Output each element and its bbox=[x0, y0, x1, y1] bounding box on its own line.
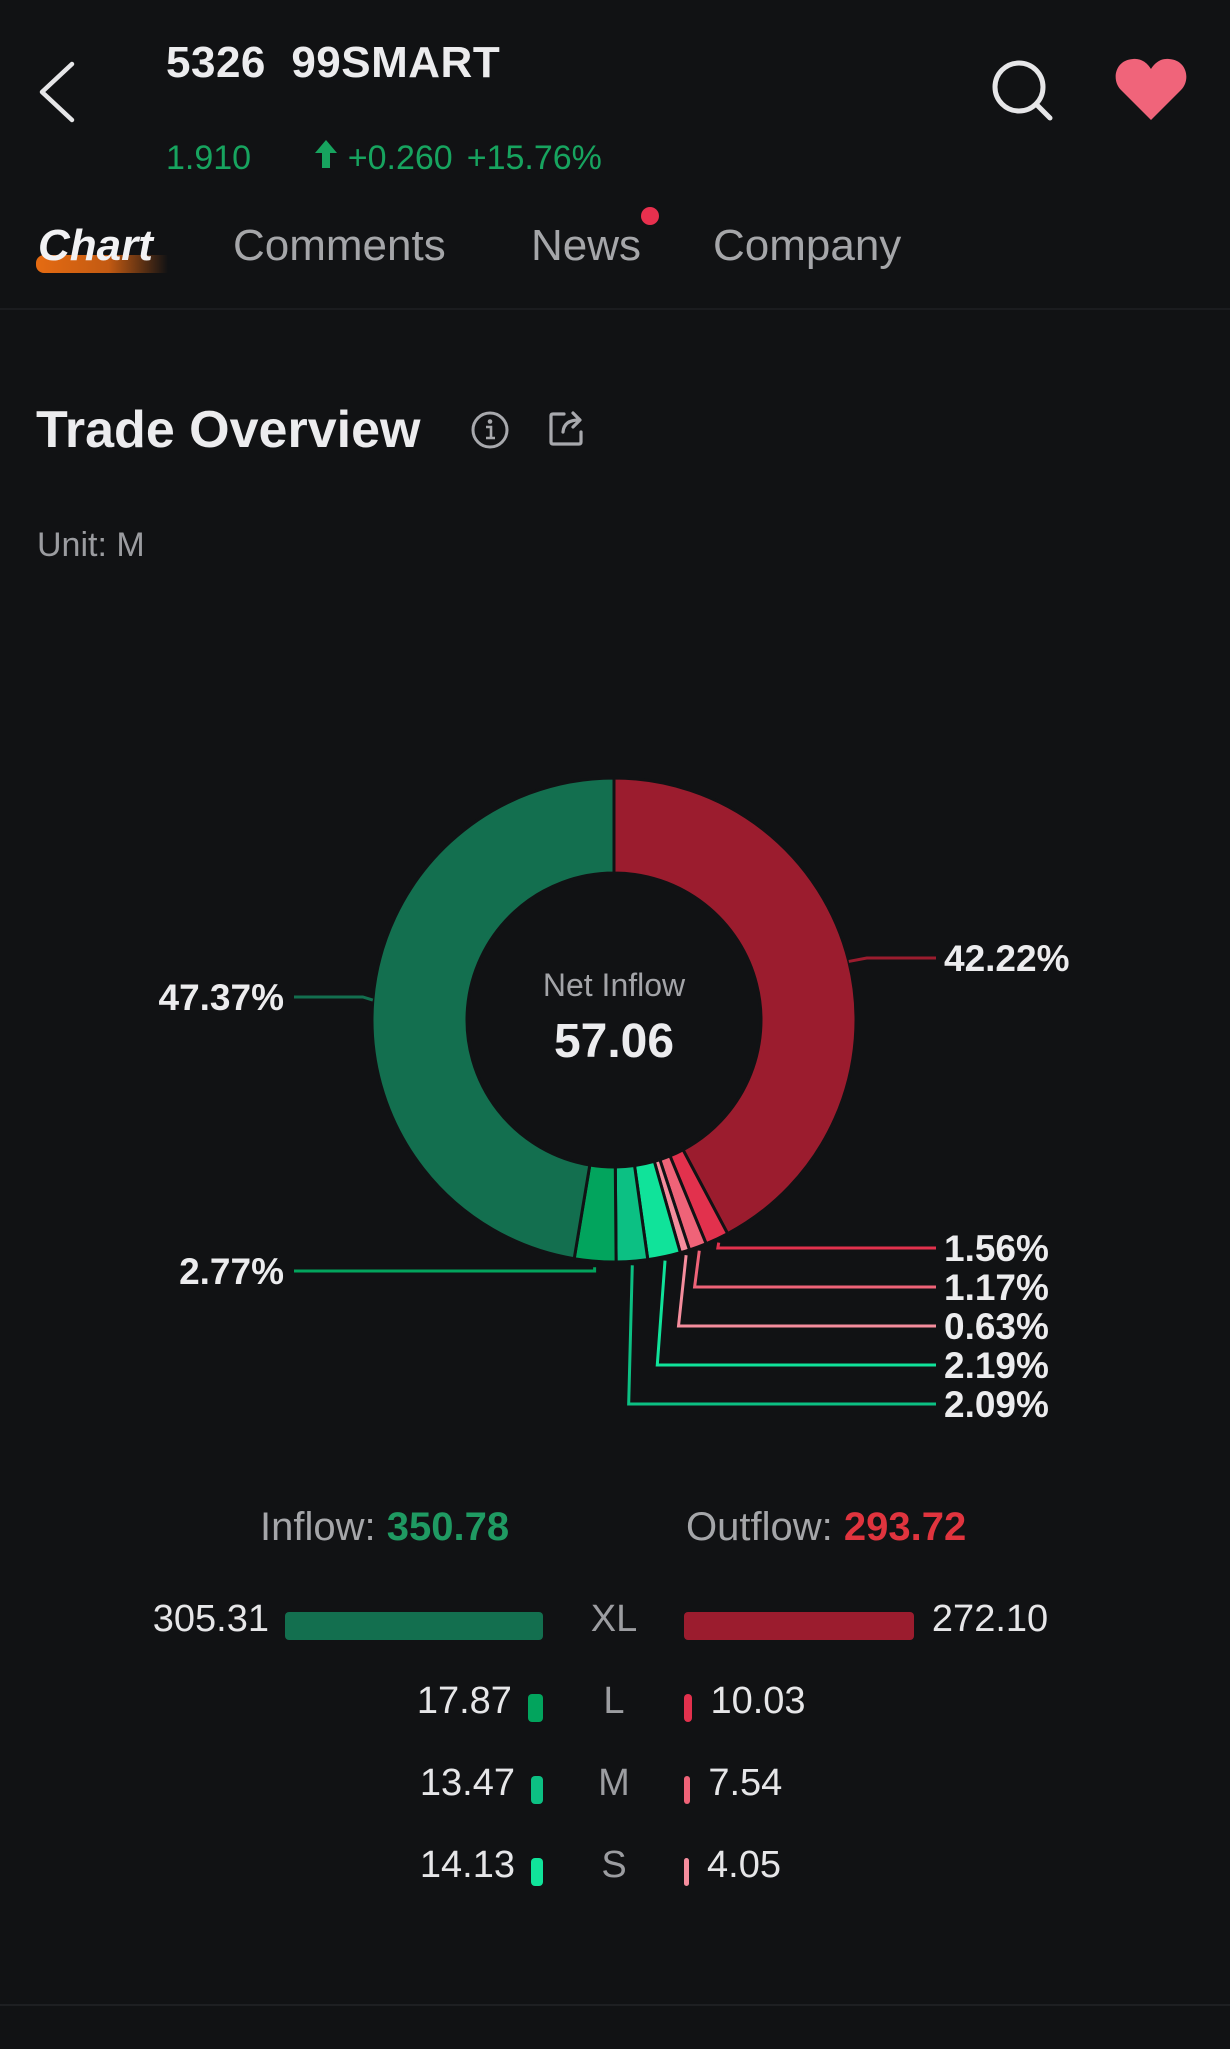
size-label: S bbox=[601, 1844, 627, 1886]
size-label: XL bbox=[590, 1598, 638, 1640]
leader-line bbox=[294, 1267, 597, 1273]
inflow-bar bbox=[527, 1694, 543, 1722]
leader-line bbox=[655, 1260, 936, 1367]
inflow-total-label: Inflow: bbox=[260, 1505, 387, 1549]
center-value: 57.06 bbox=[554, 1015, 674, 1068]
outflow-value: 4.05 bbox=[707, 1844, 781, 1886]
inflow-total-value: 350.78 bbox=[386, 1505, 510, 1549]
leader-line bbox=[716, 1242, 936, 1250]
slice-percent-label: 0.63% bbox=[944, 1306, 1049, 1347]
inflow-bar bbox=[531, 1776, 543, 1804]
outflow-value: 7.54 bbox=[708, 1762, 783, 1804]
leader-line bbox=[848, 956, 936, 963]
slice-percent-label: 2.09% bbox=[944, 1384, 1049, 1425]
inflow-value: 13.47 bbox=[419, 1762, 515, 1804]
center-label: Net Inflow bbox=[543, 967, 686, 1003]
breakdown-row-m: 13.47 M 7.54 bbox=[0, 1762, 1230, 1822]
leader-line bbox=[692, 1250, 936, 1289]
breakdown-row-xl: 305.31 XL 272.10 bbox=[0, 1598, 1230, 1658]
outflow-total-label: Outflow: bbox=[686, 1505, 844, 1549]
leader-line bbox=[676, 1255, 936, 1328]
trade-overview-donut-chart: 42.22% 1.56%1.17%0.63%2.19%2.09% 2.77% 47.3… bbox=[159, 776, 1070, 1425]
inflow-bar bbox=[531, 1858, 543, 1886]
breakdown-row-l: 17.87 L 10.03 bbox=[0, 1680, 1230, 1740]
outflow-value: 10.03 bbox=[710, 1680, 806, 1722]
slice-percent-label: 2.19% bbox=[944, 1345, 1049, 1386]
outflow-bar bbox=[684, 1694, 693, 1722]
slice-percent-label: 47.37% bbox=[159, 977, 285, 1018]
outflow-bar bbox=[684, 1858, 689, 1886]
size-label: M bbox=[598, 1762, 630, 1804]
outflow-value: 272.10 bbox=[931, 1598, 1049, 1640]
inflow-value: 305.31 bbox=[152, 1598, 269, 1640]
outflow-total-value: 293.72 bbox=[843, 1505, 967, 1549]
leader-line bbox=[294, 995, 374, 1002]
slice-percent-label: 2.77% bbox=[179, 1251, 284, 1292]
divider bbox=[0, 2004, 1230, 2006]
inflow-value: 17.87 bbox=[416, 1680, 512, 1722]
outflow-total: Outflow: 293.72 bbox=[686, 1505, 966, 1550]
inflow-value: 14.13 bbox=[419, 1844, 515, 1886]
inflow-bar bbox=[285, 1612, 543, 1640]
outflow-bar bbox=[684, 1776, 691, 1804]
breakdown-row-s: 14.13 S 4.05 bbox=[0, 1844, 1230, 1904]
slice-percent-label: 1.17% bbox=[944, 1267, 1049, 1308]
inflow-total: Inflow: 350.78 bbox=[260, 1505, 509, 1550]
outflow-bar bbox=[684, 1612, 914, 1640]
slice-percent-label: 1.56% bbox=[944, 1228, 1049, 1269]
size-label: L bbox=[603, 1680, 625, 1722]
slice-percent-label: 42.22% bbox=[944, 938, 1070, 979]
